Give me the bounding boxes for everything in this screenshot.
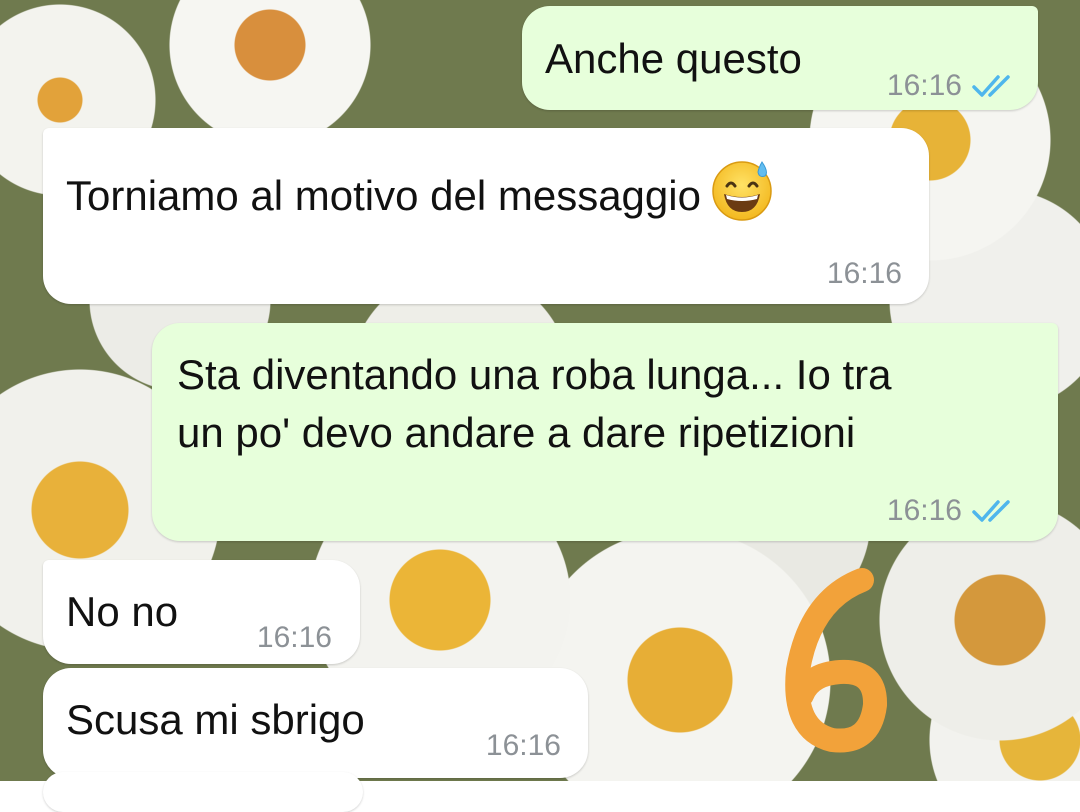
message-meta: 16:16 (887, 58, 1016, 114)
message-text: Torniamo al motivo del messaggio (66, 172, 701, 219)
message-time: 16:16 (256, 621, 332, 654)
grinning-face-with-sweat-icon (709, 156, 775, 236)
message-text-line: un po' devo andare a dare ripetizioni (177, 409, 856, 456)
message-meta: 16:16 (887, 483, 1016, 539)
double-check-read-icon (972, 73, 1016, 99)
double-check-read-icon (972, 498, 1016, 524)
message-time: 16:16 (485, 729, 561, 762)
message-text-line: Sta diventando una roba lunga... Io tra (177, 351, 892, 398)
message-meta: 16:16 (486, 718, 561, 774)
message-bubble-outgoing[interactable]: Sta diventando una roba lunga... Io tra … (152, 323, 1058, 541)
message-time: 16:16 (826, 257, 902, 290)
handwritten-number-annotation: 6 (770, 560, 900, 775)
message-time: 16:16 (886, 494, 962, 527)
message-time: 16:16 (886, 69, 962, 102)
message-text: No no (66, 588, 179, 635)
message-bubble-incoming-partial[interactable] (43, 772, 363, 812)
message-bubble-incoming[interactable]: No no 16:16 (43, 560, 360, 664)
message-meta: 16:16 (827, 246, 902, 302)
message-bubble-incoming[interactable]: Torniamo al motivo del messaggio 16:16 (43, 128, 929, 304)
message-text-row: Torniamo al motivo del messaggio (66, 156, 775, 236)
message-bubble-incoming[interactable]: Scusa mi sbrigo 16:16 (43, 668, 588, 778)
message-bubble-outgoing[interactable]: Anche questo 16:16 (522, 6, 1038, 110)
message-text: Anche questo (545, 35, 802, 82)
message-meta: 16:16 (257, 610, 332, 666)
message-text: Scusa mi sbrigo (66, 696, 365, 743)
